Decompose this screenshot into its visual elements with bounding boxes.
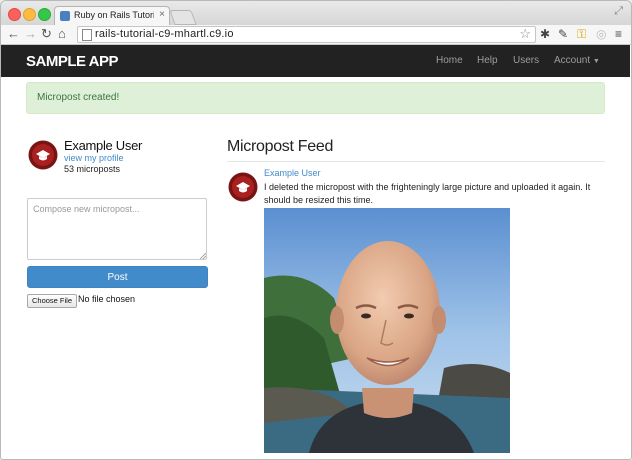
- site-logo[interactable]: SAMPLE APP: [26, 53, 118, 70]
- menu-icon[interactable]: ≡: [615, 27, 622, 41]
- caret-down-icon: ▼: [592, 58, 600, 65]
- browser-window: Ruby on Rails Tutorial Sam × ⤢ ← → ↻ ⌂ r…: [1, 1, 631, 459]
- new-tab-button[interactable]: [169, 10, 197, 25]
- nav-account-dropdown[interactable]: Account ▼: [554, 55, 600, 66]
- browser-toolbar: ← → ↻ ⌂ rails-tutorial-c9-mhartl.c9.io ☆…: [1, 25, 631, 45]
- post-photo-image: [264, 208, 510, 453]
- forward-icon[interactable]: →: [24, 26, 37, 42]
- post-user-link[interactable]: Example User: [264, 168, 321, 178]
- nav-account-label: Account: [554, 55, 591, 66]
- extension-key-icon[interactable]: ⚿: [577, 27, 586, 41]
- site-navbar: SAMPLE APP Home Help Users Account ▼: [1, 45, 630, 77]
- post-button[interactable]: Post: [27, 266, 208, 288]
- file-status: No file chosen: [78, 294, 136, 304]
- nav-help-link[interactable]: Help: [477, 55, 498, 66]
- nav-home-link[interactable]: Home: [436, 55, 463, 66]
- browser-tab[interactable]: Ruby on Rails Tutorial Sam ×: [54, 6, 170, 26]
- user-avatar[interactable]: [28, 140, 58, 170]
- tab-title: Ruby on Rails Tutorial Sam: [74, 10, 154, 20]
- user-name: Example User: [64, 138, 143, 153]
- favicon-icon: [60, 11, 70, 21]
- post-user-avatar[interactable]: [228, 172, 258, 202]
- micropost-count: 53 microposts: [64, 164, 121, 174]
- page-icon: [82, 29, 92, 41]
- settings-gear-icon[interactable]: ✱: [540, 27, 550, 41]
- nav-users-link[interactable]: Users: [513, 55, 539, 66]
- minimize-window-button[interactable]: [23, 8, 36, 21]
- view-profile-link[interactable]: view my profile: [64, 153, 124, 163]
- flash-success-alert: Micropost created!: [26, 82, 605, 114]
- home-icon[interactable]: ⌂: [58, 26, 66, 42]
- close-window-button[interactable]: [8, 8, 21, 21]
- extension-bulb-icon[interactable]: ◎: [596, 27, 606, 41]
- back-icon[interactable]: ←: [7, 26, 20, 42]
- feed-title: Micropost Feed: [227, 138, 334, 155]
- reload-icon[interactable]: ↻: [41, 26, 52, 42]
- post-content: I deleted the micropost with the frighte…: [264, 182, 591, 205]
- fullscreen-icon[interactable]: ⤢: [614, 5, 623, 18]
- flash-message: Micropost created!: [37, 92, 120, 103]
- tab-close-icon[interactable]: ×: [159, 9, 165, 20]
- choose-file-button[interactable]: Choose File: [27, 294, 78, 308]
- extension-pen-icon[interactable]: ✎: [558, 27, 568, 41]
- zoom-window-button[interactable]: [38, 8, 51, 21]
- micropost-compose-textarea[interactable]: [27, 198, 207, 260]
- bookmark-star-icon[interactable]: ☆: [519, 26, 531, 42]
- feed-divider: [227, 161, 605, 162]
- textarea-resize-handle[interactable]: [200, 253, 206, 259]
- url-text: rails-tutorial-c9-mhartl.c9.io: [95, 28, 234, 40]
- tab-strip: Ruby on Rails Tutorial Sam × ⤢: [1, 1, 631, 26]
- address-bar[interactable]: rails-tutorial-c9-mhartl.c9.io ☆: [77, 26, 536, 43]
